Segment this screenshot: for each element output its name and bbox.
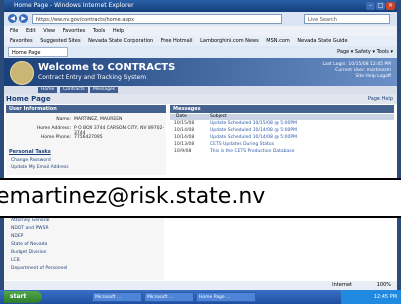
menu-file[interactable]: File — [10, 28, 18, 34]
menu-bar: File Edit View Favorites Tools Help — [4, 26, 397, 36]
address-row: ◀ ▶ https://ww.nv.gov/contracts/home.asp… — [4, 12, 397, 26]
page-help-link[interactable]: Page Help — [368, 94, 393, 104]
back-icon[interactable]: ◀ — [8, 14, 17, 23]
message-subject[interactable]: Update Scheduled 10/14/08 @ 5:00PM — [210, 135, 297, 141]
browser-window: Home Page - Windows Internet Explorer – … — [4, 0, 397, 304]
nav-contracts[interactable]: Contracts — [60, 87, 88, 93]
search-input[interactable]: Live Search — [304, 14, 390, 24]
name-value: MARTINEZ, MAUREEN — [74, 117, 123, 122]
phone-label: Home Phone: — [40, 135, 71, 140]
message-subject[interactable]: This is the CETS Production Database — [210, 149, 294, 155]
taskbar-item[interactable]: Microsoft ... — [92, 292, 142, 302]
app-nav: Home Contracts Messages — [4, 86, 397, 94]
nav-home[interactable]: Home — [38, 87, 58, 93]
message-date: 10/14/08 — [174, 128, 195, 133]
welcome-heading: Welcome to CONTRACTS — [38, 62, 176, 73]
change-password-link[interactable]: Change Password — [11, 158, 51, 163]
messages-panel: Messages Date Subject 10/15/08 Update Sc… — [170, 105, 394, 175]
list-item[interactable]: Department of Personnel — [11, 266, 67, 271]
col-date: Date — [176, 114, 187, 119]
forward-icon[interactable]: ▶ — [19, 14, 28, 23]
table-row[interactable]: 10/14/08 Update Scheduled 10/14/08 @ 5:0… — [170, 135, 394, 141]
favorites-item[interactable]: Free Hotmail — [161, 38, 193, 44]
favorites-item[interactable]: MSN.com — [266, 38, 290, 44]
list-item[interactable]: Budget Division — [11, 250, 46, 255]
tab-home-page[interactable]: Home Page — [8, 47, 68, 57]
menu-edit[interactable]: Edit — [26, 28, 36, 34]
name-label: Name: — [56, 117, 71, 122]
app-subtitle: Contract Entry and Tracking System — [38, 74, 147, 81]
nav-messages[interactable]: Messages — [90, 87, 119, 93]
menu-view[interactable]: View — [43, 28, 55, 34]
menu-tools[interactable]: Tools — [93, 28, 105, 34]
message-date: 10/15/08 — [174, 121, 195, 126]
page-title: Home Page — [6, 95, 51, 103]
taskbar: start Microsoft ... Microsoft ... Home P… — [0, 290, 401, 304]
status-bar: Internet 100% — [4, 281, 397, 290]
personal-tasks-heading: Personal Tasks — [9, 149, 51, 155]
update-email-link[interactable]: Update My Email Address — [11, 165, 69, 170]
taskbar-item[interactable]: Home Page ... — [196, 292, 256, 302]
email-overlay: emartinez@risk.state.nv — [0, 178, 401, 218]
favorites-item[interactable]: Lamborghini.com News — [200, 38, 259, 44]
table-row[interactable]: 10/9/08 This is the CETS Production Data… — [170, 149, 394, 155]
window-frame: Home Page - Windows Internet Explorer – … — [0, 0, 401, 304]
favorites-item[interactable]: Nevada State Corporation — [88, 38, 153, 44]
security-zone: Internet — [332, 282, 352, 288]
table-row[interactable]: 10/14/08 Update Scheduled 10/14/08 @ 5:0… — [170, 128, 394, 134]
window-title: Home Page - Windows Internet Explorer — [14, 2, 134, 9]
page-header: Home Page Page Help — [4, 94, 397, 104]
menu-favorites[interactable]: Favorites — [63, 28, 86, 34]
col-subject: Subject — [210, 114, 227, 119]
table-row[interactable]: 10/15/08 Update Scheduled 10/15/08 @ 5:0… — [170, 121, 394, 127]
links-list-panel: Attorney General NDOT and PWSR NDEP Stat… — [4, 216, 164, 280]
menu-help[interactable]: Help — [113, 28, 124, 34]
email-address: emartinez@risk.state.nv — [0, 184, 266, 209]
message-date: 10/9/08 — [174, 149, 192, 154]
messages-header: Date Subject — [170, 114, 394, 120]
favorites-item[interactable]: Nevada State Guide — [297, 38, 347, 44]
list-item[interactable]: Attorney General — [11, 218, 50, 223]
table-row[interactable]: 10/13/08 CETS Updates During Status — [170, 142, 394, 148]
messages-title: Messages — [170, 105, 394, 113]
zoom-level[interactable]: 100% — [377, 281, 391, 290]
list-item[interactable]: State of Nevada — [11, 242, 47, 247]
command-bar[interactable]: Page ▾ Safety ▾ Tools ▾ — [337, 46, 393, 58]
list-item[interactable]: NDOT and PWSR — [11, 226, 49, 231]
user-info-panel: User Information Name: MARTINEZ, MAUREEN… — [6, 105, 166, 175]
list-item[interactable]: NDEP — [11, 234, 23, 239]
system-tray: 12:45 PM — [341, 290, 401, 304]
tab-bar: Home Page Page ▾ Safety ▾ Tools ▾ — [4, 46, 397, 58]
message-subject[interactable]: Update Scheduled 10/15/08 @ 5:00PM — [210, 121, 297, 127]
minimize-button[interactable]: – — [366, 2, 375, 10]
list-item[interactable]: LCB — [11, 258, 20, 263]
maximize-button[interactable]: □ — [376, 2, 385, 10]
close-button[interactable]: × — [386, 2, 395, 10]
app-banner: Welcome to CONTRACTS Contract Entry and … — [4, 58, 397, 86]
message-date: 10/14/08 — [174, 135, 195, 140]
favorites-bar: Favorites Suggested Sites Nevada State C… — [4, 36, 397, 46]
message-subject[interactable]: Update Scheduled 10/14/08 @ 5:00PM — [210, 128, 297, 134]
clock: 12:45 PM — [373, 294, 397, 300]
message-subject[interactable]: CETS Updates During Status — [210, 142, 274, 148]
taskbar-item[interactable]: Microsoft ... — [144, 292, 194, 302]
window-titlebar: Home Page - Windows Internet Explorer – … — [4, 0, 397, 12]
site-help-logoff[interactable]: Site Help Logoff — [301, 74, 391, 80]
user-info-title: User Information — [6, 105, 166, 113]
address-bar[interactable]: https://ww.nv.gov/contracts/home.aspx — [32, 14, 282, 24]
address-label: Home Address: — [36, 126, 71, 131]
favorites-item[interactable]: Favorites — [10, 38, 33, 44]
message-date: 10/13/08 — [174, 142, 195, 147]
state-seal-logo — [10, 61, 34, 85]
login-info: Last Login: 10/15/08 12:45 PM Current Us… — [301, 62, 391, 80]
start-button[interactable]: start — [4, 291, 42, 303]
favorites-item[interactable]: Suggested Sites — [40, 38, 80, 44]
phone-value: 7756427095 — [74, 135, 103, 140]
